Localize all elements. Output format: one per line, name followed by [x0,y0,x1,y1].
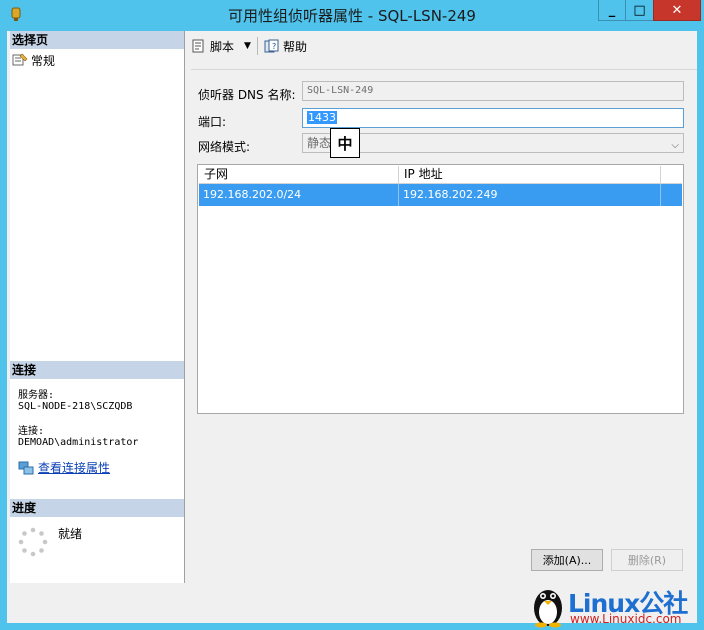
left-pane: 选择页 常规 连接 服务器: SQL-NODE-218\SCZQDB 连接: D… [10,31,185,583]
general-page-icon [12,53,28,66]
connection-info: 连接: DEMOAD\administrator [18,426,138,448]
title-bar[interactable]: 可用性组侦听器属性 - SQL-LSN-249 _ □ ✕ [0,0,704,29]
cell-subnet: 192.168.202.0/24 [199,184,399,206]
grid-header: 子网 IP 地址 [199,166,682,184]
progress-status: 就绪 [58,527,83,541]
dns-name-field: SQL-LSN-249 [302,81,684,101]
help-icon: ? [264,39,279,53]
network-mode-label: 网络模式: [198,140,251,154]
chevron-down-icon[interactable]: ⌵ [671,137,679,155]
script-button[interactable]: 脚本 [191,38,234,55]
subnet-grid[interactable]: 子网 IP 地址 192.168.202.0/24 192.168.202.24… [197,164,684,414]
port-field[interactable]: 1433 [302,108,684,128]
dns-label: 侦听器 DNS 名称: [198,88,296,102]
connection-properties-icon [18,461,34,474]
column-header-ip[interactable]: IP 地址 [399,166,661,183]
view-connection-link[interactable]: 查看连接属性 [38,459,110,476]
column-header-subnet[interactable]: 子网 [199,166,399,183]
table-row[interactable]: 192.168.202.0/24 192.168.202.249 [199,184,682,206]
toolbar-separator [256,37,258,55]
page-item-general[interactable]: 常规 [12,52,55,68]
ime-indicator: 中 [330,128,360,158]
page-item-label: 常规 [31,53,56,68]
add-button[interactable]: 添加(A)... [531,549,603,571]
minimize-button[interactable]: _ [598,0,626,21]
select-page-header: 选择页 [10,31,184,49]
penguin-logo-icon [534,590,562,628]
help-button[interactable]: ? 帮助 [264,38,307,55]
server-value: SQL-NODE-218\SCZQDB [18,401,133,412]
progress-spinner-icon [18,527,48,557]
server-info: 服务器: SQL-NODE-218\SCZQDB [18,390,132,412]
connection-header: 连接 [10,361,184,379]
connection-value: DEMOAD\administrator [18,437,139,448]
port-value: 1433 [307,111,337,124]
connection-label: 连接: [18,426,45,437]
script-dropdown-arrow-icon[interactable]: ▼ [244,41,251,51]
watermark: Linux公社 www.Linuxidc.com [528,582,704,630]
network-mode-value: 静态 [307,136,332,150]
close-button[interactable]: ✕ [653,0,701,21]
script-label: 脚本 [210,39,235,54]
watermark-url: www.Linuxidc.com [570,612,682,626]
maximize-button[interactable]: □ [625,0,654,21]
toolbar: 脚本 ▼ ? 帮助 [183,31,697,61]
progress-header: 进度 [10,499,184,517]
script-icon [192,39,204,53]
server-label: 服务器: [18,390,55,401]
svg-text:?: ? [272,42,276,51]
view-connection-properties[interactable]: 查看连接属性 [18,459,110,476]
port-label: 端口: [198,115,227,129]
remove-button[interactable]: 删除(R) [611,549,683,571]
cell-ip: 192.168.202.249 [399,184,661,206]
dialog-window: 可用性组侦听器属性 - SQL-LSN-249 _ □ ✕ 选择页 常规 连接 … [0,0,704,630]
help-label: 帮助 [282,39,307,54]
